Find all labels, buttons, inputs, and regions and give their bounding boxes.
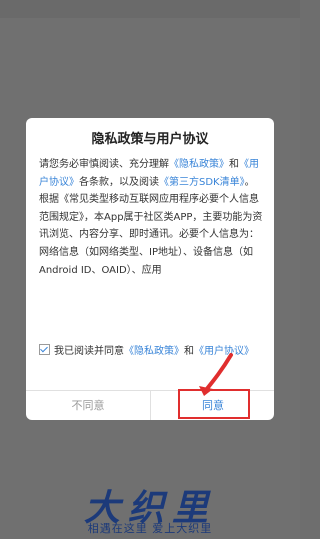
sdk-list-link[interactable]: 《第三方SDK清单》 — [159, 177, 245, 188]
disagree-button[interactable]: 不同意 — [26, 391, 150, 420]
intro-and: 和 — [229, 159, 239, 170]
intro-end: 。 — [244, 176, 255, 188]
intro-text: 请您务必审慎阅读、充分理解 — [39, 159, 169, 170]
agree-user-agreement-link[interactable]: 《用户协议》 — [194, 346, 254, 357]
agree-and: 和 — [184, 346, 194, 357]
privacy-dialog: 隐私政策与用户协议 请您务必审慎阅读、充分理解《隐私政策》和《用户协议》各条款，… — [26, 118, 274, 420]
agree-highlight-box — [178, 389, 250, 419]
intro-paragraph: 请您务必审慎阅读、充分理解《隐私政策》和《用户协议》各条款，以及阅读《第三方SD… — [39, 156, 267, 191]
privacy-policy-link[interactable]: 《隐私政策》 — [169, 159, 229, 170]
dialog-title: 隐私政策与用户协议 — [91, 132, 209, 147]
intro-text-2: 各条款，以及阅读 — [79, 176, 159, 188]
agree-privacy-link[interactable]: 《隐私政策》 — [124, 346, 184, 357]
dialog-body[interactable]: 请您务必审慎阅读、充分理解《隐私政策》和《用户协议》各条款，以及阅读《第三方SD… — [39, 156, 267, 338]
status-bar — [0, 0, 300, 18]
brand-slogan: 相遇在这里 爱上大织里 — [87, 522, 213, 535]
body-paragraph: 根据《常见类型移动互联网应用程序必要个人信息范围规定》，本App属于社区类APP… — [39, 194, 263, 276]
agree-prefix: 我已阅读并同意 — [54, 346, 124, 357]
agree-checkbox[interactable] — [39, 344, 50, 355]
agree-row: 我已阅读并同意《隐私政策》和《用户协议》 — [39, 343, 264, 360]
